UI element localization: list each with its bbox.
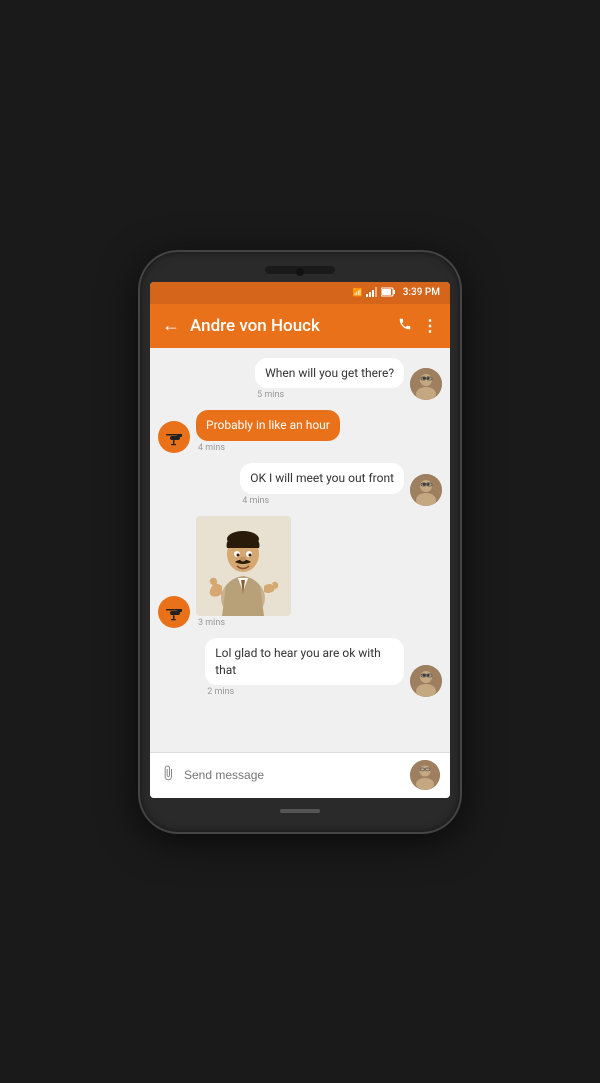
status-time: 3:39 PM (403, 287, 440, 298)
avatar (158, 421, 190, 453)
message-bubble-container: Probably in like an hour 4 mins (196, 410, 340, 453)
phone-device: 📶 3:39 PM (140, 252, 460, 832)
message-bubble-orange: Probably in like an hour (196, 410, 340, 441)
battery-icon (381, 287, 395, 299)
compose-bar (150, 752, 450, 798)
table-row: 3 mins (158, 516, 442, 628)
sticker-container: 3 mins (196, 516, 291, 628)
compose-sender-avatar (410, 760, 440, 790)
avatar (158, 596, 190, 628)
message-text: OK I will meet you out front (250, 471, 394, 485)
message-text: Probably in like an hour (206, 418, 330, 432)
table-row: When will you get there? 5 mins (158, 358, 442, 401)
avatar (410, 665, 442, 697)
home-indicator (280, 809, 320, 813)
message-bubble-container: Lol glad to hear you are ok with that 2 … (205, 638, 404, 698)
message-text: When will you get there? (265, 366, 394, 380)
message-bubble: Lol glad to hear you are ok with that (205, 638, 404, 686)
message-timestamp: 3 mins (196, 618, 225, 628)
sender-avatar-sent (410, 474, 442, 506)
status-bar: 📶 3:39 PM (150, 282, 450, 304)
call-button[interactable] (398, 317, 412, 335)
message-bubble: OK I will meet you out front (240, 463, 404, 494)
contact-name: Andre von Houck (190, 316, 388, 336)
back-button[interactable]: ← (162, 315, 180, 336)
avatar (410, 368, 442, 400)
signal-icon (366, 287, 378, 299)
message-timestamp: 4 mins (240, 496, 404, 506)
sender-avatar-received (158, 596, 190, 628)
more-options-button[interactable]: ⋮ (422, 316, 438, 335)
bottom-bar (150, 804, 450, 818)
message-timestamp: 4 mins (196, 443, 340, 453)
chat-toolbar: ← Andre von Houck ⋮ (150, 304, 450, 348)
message-timestamp: 5 mins (255, 390, 404, 400)
message-bubble: When will you get there? (255, 358, 404, 389)
table-row: Probably in like an hour 4 mins (158, 410, 442, 453)
message-bubble-container: OK I will meet you out front 4 mins (240, 463, 404, 506)
message-timestamp: 2 mins (205, 687, 404, 697)
message-bubble-container: When will you get there? 5 mins (255, 358, 404, 401)
front-camera (296, 268, 304, 276)
message-text: Lol glad to hear you are ok with that (215, 646, 381, 677)
sticker-image (196, 516, 291, 616)
table-row: Lol glad to hear you are ok with that 2 … (158, 638, 442, 698)
bluetooth-icon: 📶 (353, 288, 363, 297)
sender-avatar-received (158, 421, 190, 453)
attach-button[interactable] (160, 765, 176, 785)
table-row: OK I will meet you out front 4 mins (158, 463, 442, 506)
status-icons: 📶 (353, 287, 395, 299)
messages-list: When will you get there? 5 mins (150, 348, 450, 752)
sender-avatar-sent (410, 665, 442, 697)
message-input[interactable] (184, 768, 402, 782)
avatar (410, 474, 442, 506)
phone-screen: 📶 3:39 PM (150, 282, 450, 798)
sender-avatar-sent (410, 368, 442, 400)
